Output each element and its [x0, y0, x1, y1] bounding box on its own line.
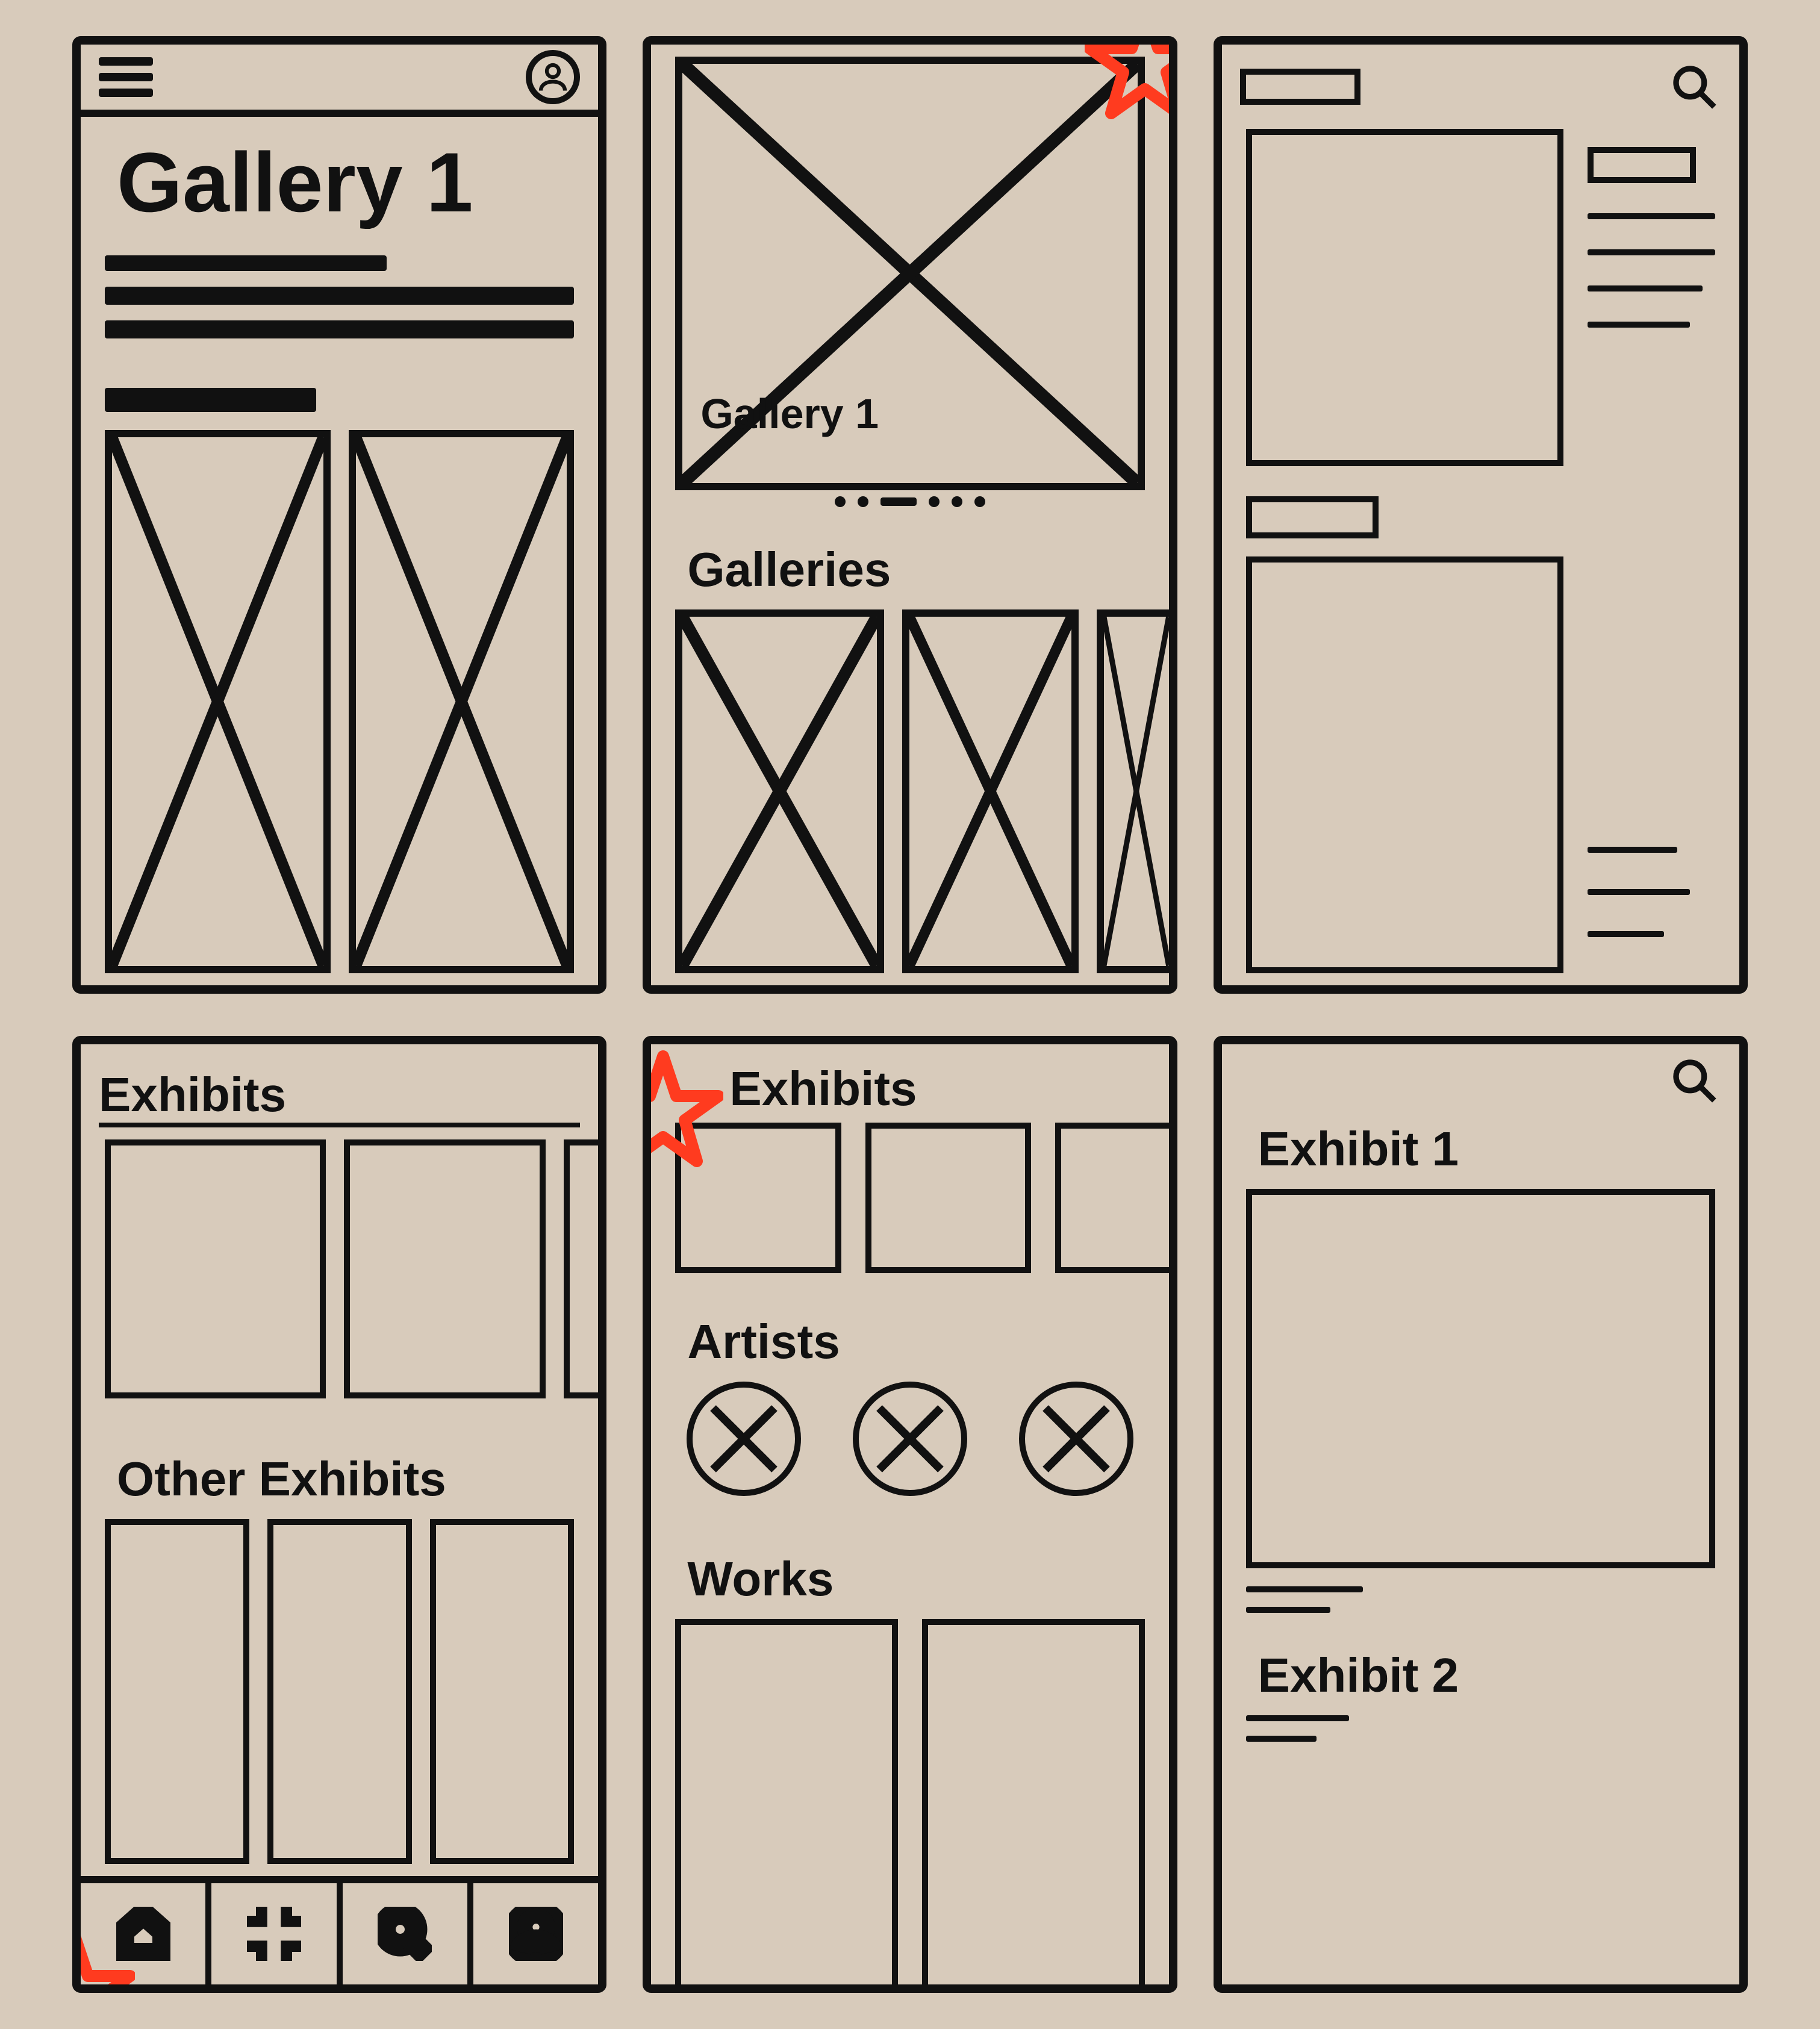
hero-carousel-image[interactable]: Gallery 1 [675, 57, 1144, 490]
carousel-pagination[interactable] [675, 496, 1144, 507]
text-line [1246, 1586, 1363, 1592]
artist-avatar[interactable] [687, 1382, 801, 1496]
filter-chip[interactable] [1240, 69, 1360, 105]
text-line [1588, 847, 1677, 853]
topbar [1222, 1044, 1739, 1117]
text-line [1246, 1607, 1330, 1613]
artist-avatar[interactable] [1019, 1382, 1133, 1496]
filter-chip[interactable] [1246, 496, 1379, 538]
list-item-title[interactable]: Exhibit 1 [1246, 1117, 1715, 1177]
hero-caption: Gallery 1 [700, 393, 879, 435]
text-line [1588, 213, 1715, 219]
work-thumbnail[interactable] [675, 1619, 898, 1985]
profile-icon[interactable] [526, 50, 580, 104]
exhibit-thumbnail[interactable] [430, 1519, 575, 1865]
exhibit-thumbnail[interactable] [105, 1519, 249, 1865]
gallery-thumbnail[interactable] [675, 609, 884, 973]
tab-bar [81, 1876, 598, 1984]
tab-scan[interactable] [211, 1883, 342, 1984]
text-line [1246, 1736, 1317, 1742]
wireframe-sheet: Gallery 1 Gallery 1 [0, 0, 1820, 2029]
text-line [105, 320, 574, 338]
artist-avatar[interactable] [853, 1382, 967, 1496]
image-placeholder[interactable] [105, 430, 331, 973]
page-title: Gallery 1 [105, 129, 574, 231]
text-line-bold [105, 388, 316, 412]
list-item-title[interactable]: Exhibit 2 [1246, 1643, 1715, 1703]
text-line [1588, 322, 1689, 328]
badge [1588, 147, 1696, 183]
text-line [1588, 285, 1702, 291]
exhibit-card-peek[interactable] [564, 1139, 598, 1398]
text-line [1588, 249, 1715, 255]
screen-home-carousel: Gallery 1 Galleries [643, 36, 1177, 994]
screen-exhibit-list: Exhibit 1 Exhibit 2 [1214, 1036, 1748, 1993]
text-line [1588, 889, 1689, 895]
tab-profile[interactable] [473, 1883, 598, 1984]
tab-home[interactable] [81, 1883, 211, 1984]
text-line [105, 255, 387, 271]
text-line [1588, 931, 1664, 937]
exhibit-thumbnail[interactable] [675, 1123, 841, 1273]
exhibit-thumbnail[interactable] [865, 1123, 1031, 1273]
section-title-works: Works [675, 1547, 1144, 1607]
exhibit-thumbnail[interactable] [267, 1519, 412, 1865]
search-icon[interactable] [1667, 1053, 1721, 1108]
topbar [81, 45, 598, 117]
screen-gallery-detail: Gallery 1 [72, 36, 606, 994]
result-image[interactable] [1246, 129, 1564, 466]
section-title-artists: Artists [675, 1309, 1144, 1370]
section-title-other-exhibits: Other Exhibits [105, 1447, 574, 1507]
hamburger-icon[interactable] [99, 57, 153, 97]
screen-discover: Exhibits Artists [643, 1036, 1177, 1993]
gallery-thumbnail[interactable] [902, 609, 1079, 973]
text-line [1246, 1715, 1349, 1721]
topbar [1222, 45, 1739, 129]
image-placeholder[interactable] [349, 430, 575, 973]
exhibit-thumbnail-peek[interactable] [1055, 1123, 1169, 1273]
section-title-exhibits: Exhibits [99, 1062, 580, 1127]
exhibit-hero-image[interactable] [1246, 1189, 1715, 1568]
gallery-thumbnail-peek[interactable] [1097, 609, 1169, 973]
screen-exhibits-browse: Exhibits Other Exhibits [72, 1036, 606, 1993]
tab-search[interactable] [343, 1883, 473, 1984]
exhibit-card[interactable] [344, 1139, 546, 1398]
section-title-galleries: Galleries [675, 537, 1144, 597]
work-thumbnail[interactable] [922, 1619, 1145, 1985]
search-icon[interactable] [1667, 60, 1721, 114]
exhibit-card[interactable] [105, 1139, 326, 1398]
result-image[interactable] [1246, 556, 1564, 973]
text-line [105, 287, 574, 305]
section-title-exhibits: Exhibits [717, 1056, 1144, 1117]
screen-search-results [1214, 36, 1748, 994]
